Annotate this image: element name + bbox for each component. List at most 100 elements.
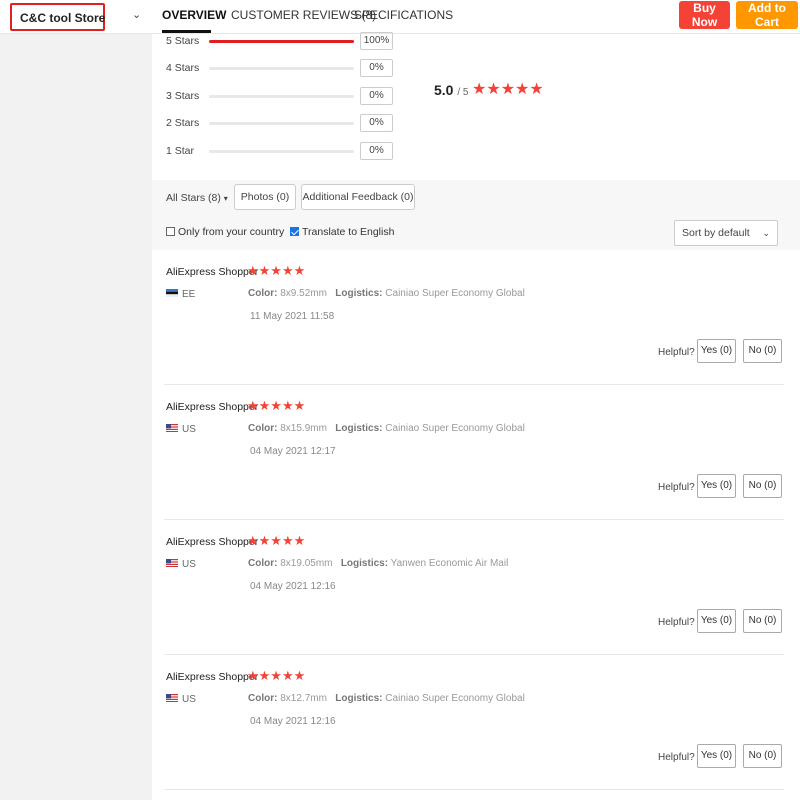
color-label: Color:: [248, 288, 278, 299]
store-name: C&C tool Store: [20, 11, 106, 25]
average-value: 5.0: [434, 82, 454, 98]
helpful-no-button[interactable]: No (0): [743, 339, 782, 363]
average-out-of: / 5: [457, 87, 469, 98]
sort-select[interactable]: Sort by default ⌄: [674, 220, 778, 246]
review-date: 04 May 2021 12:16: [250, 716, 336, 727]
color-value: 8x9.52mm: [280, 288, 327, 299]
rating-row-3[interactable]: 3 Stars 0%: [166, 87, 393, 110]
rating-bar-track: [209, 67, 354, 70]
chevron-down-icon: ▾: [223, 194, 228, 203]
helpful-no-button[interactable]: No (0): [743, 609, 782, 633]
review-item: AliExpress Shopper ★★★★★ US Color: 8x12.…: [152, 655, 800, 790]
reviewer-name: AliExpress Shopper: [166, 401, 259, 413]
rating-label: 5 Stars: [166, 35, 200, 47]
helpful-yes-button[interactable]: Yes (0): [697, 474, 736, 498]
review-attributes: Color: 8x12.7mm Logistics: Cainiao Super…: [248, 693, 525, 704]
review-date: 04 May 2021 12:16: [250, 581, 336, 592]
reviewer-country: US: [182, 424, 196, 435]
helpful-yes-button[interactable]: Yes (0): [697, 744, 736, 768]
color-label: Color:: [248, 693, 278, 704]
estonia-flag-icon: [166, 289, 178, 297]
logistics-value: Cainiao Super Economy Global: [385, 423, 525, 434]
sort-label: Sort by default: [682, 227, 750, 239]
rating-bar-fill: [209, 40, 354, 43]
translate-label: Translate to English: [302, 226, 395, 238]
rating-row-5[interactable]: 5 Stars 100%: [166, 32, 393, 55]
color-label: Color:: [248, 558, 278, 569]
rating-row-1[interactable]: 1 Star 0%: [166, 142, 393, 165]
helpful-label: Helpful?: [658, 617, 695, 628]
rating-percent: 0%: [360, 59, 393, 77]
chevron-down-icon: ⌄: [762, 228, 770, 238]
only-country-label: Only from your country: [178, 226, 285, 238]
review-stars-icon: ★★★★★: [247, 533, 306, 548]
reviewer-name: AliExpress Shopper: [166, 536, 259, 548]
review-item: AliExpress Shopper ★★★★★ US Color: 8x15.…: [152, 385, 800, 520]
reviewer-name: AliExpress Shopper: [166, 266, 259, 278]
logistics-value: Cainiao Super Economy Global: [385, 288, 525, 299]
active-tab-underline: [162, 30, 211, 33]
review-filter-bar: All Stars (8) ▾ Photos (0) Additional Fe…: [152, 180, 800, 250]
review-date: 11 May 2021 11:58: [250, 311, 335, 322]
checkbox-checked-icon: [290, 227, 299, 236]
logistics-label: Logistics:: [335, 288, 383, 299]
all-stars-dropdown[interactable]: All Stars (8) ▾: [166, 192, 228, 204]
reviewer-name: AliExpress Shopper: [166, 671, 259, 683]
tab-specifications[interactable]: SPECIFICATIONS: [354, 8, 453, 22]
helpful-no-button[interactable]: No (0): [743, 744, 782, 768]
rating-label: 2 Stars: [166, 117, 200, 129]
only-country-checkbox[interactable]: Only from your country: [166, 226, 284, 238]
color-value: 8x15.9mm: [280, 423, 327, 434]
color-label: Color:: [248, 423, 278, 434]
rating-percent: 0%: [360, 114, 393, 132]
additional-feedback-button[interactable]: Additional Feedback (0): [301, 184, 415, 210]
rating-row-4[interactable]: 4 Stars 0%: [166, 59, 393, 82]
logistics-label: Logistics:: [335, 693, 383, 704]
rating-bar-track: [209, 40, 354, 43]
store-selector[interactable]: C&C tool Store: [10, 3, 105, 31]
rating-bar-track: [209, 150, 354, 153]
add-to-cart-button[interactable]: Add to Cart: [736, 1, 798, 29]
review-stars-icon: ★★★★★: [247, 398, 306, 413]
reviews-panel: 5 Stars 100% 4 Stars 0% 3 Stars 0% 2 Sta…: [152, 32, 800, 800]
helpful-label: Helpful?: [658, 752, 695, 763]
reviewer-country: US: [182, 559, 196, 570]
review-divider: [164, 789, 784, 790]
helpful-no-button[interactable]: No (0): [743, 474, 782, 498]
rating-label: 3 Stars: [166, 90, 200, 102]
chevron-down-icon[interactable]: ⌄: [132, 8, 141, 21]
review-stars-icon: ★★★★★: [247, 668, 306, 683]
buy-now-button[interactable]: Buy Now: [679, 1, 730, 29]
review-date: 04 May 2021 12:17: [250, 446, 336, 457]
review-stars-icon: ★★★★★: [247, 263, 306, 278]
logistics-value: Yanwen Economic Air Mail: [390, 558, 509, 569]
review-attributes: Color: 8x15.9mm Logistics: Cainiao Super…: [248, 423, 525, 434]
tab-overview[interactable]: OVERVIEW: [162, 8, 226, 22]
average-rating: 5.0 / 5: [434, 82, 468, 98]
rating-label: 1 Star: [166, 145, 195, 157]
photos-filter-button[interactable]: Photos (0): [234, 184, 296, 210]
top-bar: C&C tool Store ⌄ OVERVIEW CUSTOMER REVIE…: [0, 0, 800, 34]
us-flag-icon: [166, 694, 178, 702]
reviewer-country: EE: [182, 289, 196, 300]
us-flag-icon: [166, 559, 178, 567]
review-attributes: Color: 8x9.52mm Logistics: Cainiao Super…: [248, 288, 525, 299]
reviewer-country: US: [182, 694, 196, 705]
rating-row-2[interactable]: 2 Stars 0%: [166, 114, 393, 137]
review-item: AliExpress Shopper ★★★★★ EE Color: 8x9.5…: [152, 250, 800, 385]
helpful-label: Helpful?: [658, 482, 695, 493]
rating-percent: 0%: [360, 142, 393, 160]
rating-bar-track: [209, 95, 354, 98]
all-stars-label: All Stars (8): [166, 192, 221, 204]
translate-checkbox[interactable]: Translate to English: [290, 226, 394, 238]
review-attributes: Color: 8x19.05mm Logistics: Yanwen Econo…: [248, 558, 508, 569]
rating-bar-track: [209, 122, 354, 125]
us-flag-icon: [166, 424, 178, 432]
logistics-value: Cainiao Super Economy Global: [385, 693, 525, 704]
checkbox-icon: [166, 227, 175, 236]
color-value: 8x12.7mm: [280, 693, 327, 704]
rating-percent: 0%: [360, 87, 393, 105]
helpful-yes-button[interactable]: Yes (0): [697, 609, 736, 633]
logistics-label: Logistics:: [335, 423, 383, 434]
helpful-yes-button[interactable]: Yes (0): [697, 339, 736, 363]
